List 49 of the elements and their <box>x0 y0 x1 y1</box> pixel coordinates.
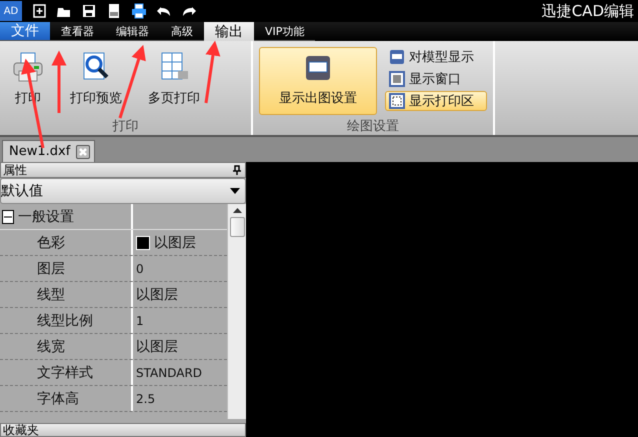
collapse-toggle[interactable] <box>2 210 14 224</box>
ribbon-option-button[interactable]: 对模型显示 <box>385 47 487 67</box>
panel-title: 收藏夹 <box>3 422 39 437</box>
preset-dropdown[interactable]: 默认值 <box>0 178 246 204</box>
document-tab[interactable]: New1.dxf <box>2 140 96 162</box>
scroll-thumb[interactable] <box>230 217 244 237</box>
app-logo: AD <box>0 1 22 21</box>
property-value: STANDARD <box>135 364 204 382</box>
property-value: 0 <box>135 260 145 278</box>
close-button[interactable] <box>76 144 90 158</box>
property-name: 字体高 <box>0 386 133 411</box>
ribbon-button[interactable]: 打印预览 <box>64 47 128 111</box>
app-title: 迅捷CAD编辑 <box>542 2 634 20</box>
property-value: 以图层 <box>135 338 179 356</box>
group-label: 绘图设置 <box>346 118 400 135</box>
property-value: 以图层 <box>135 286 179 304</box>
printer-icon <box>12 51 44 83</box>
dropdown-arrow-icon <box>230 188 240 194</box>
color-swatch <box>136 236 150 250</box>
property-value: 2.5 <box>135 390 156 408</box>
close-icon <box>78 146 88 156</box>
panel-title: 属性 <box>3 162 27 178</box>
ribbon-button[interactable]: 多页打印 <box>142 47 206 111</box>
property-value: 以图层 <box>154 234 196 252</box>
ribbon-tab[interactable]: 输出 <box>204 22 254 41</box>
property-name: 色彩 <box>0 230 133 255</box>
file-menu-tab[interactable]: 文件 <box>0 22 50 41</box>
new-page-icon <box>31 3 47 19</box>
dashed-frame-icon <box>389 93 405 109</box>
ribbon-option-button[interactable]: 显示打印区 <box>385 91 487 111</box>
group-label: 打印 <box>112 118 140 135</box>
screen-icon <box>389 49 405 65</box>
property-name: 文字样式 <box>0 360 133 385</box>
property-value: 1 <box>135 312 145 330</box>
scroll-up-icon <box>232 208 242 213</box>
property-name: 图层 <box>0 256 133 281</box>
annotation-arrow <box>52 50 66 113</box>
property-name: 线型 <box>0 282 133 307</box>
monitor-icon <box>305 55 331 81</box>
ribbon-button[interactable]: 显示出图设置 <box>259 47 377 115</box>
ribbon-option-button[interactable]: 显示窗口 <box>385 69 487 89</box>
annotation-arrow <box>204 40 220 104</box>
property-name: 线宽 <box>0 334 133 359</box>
printer-icon <box>131 3 147 19</box>
pin-icon <box>233 165 241 175</box>
pdf-file-icon <box>106 3 122 19</box>
window-icon <box>389 71 405 87</box>
category-label: 一般设置 <box>18 208 74 226</box>
property-name: 线型比例 <box>0 308 133 333</box>
